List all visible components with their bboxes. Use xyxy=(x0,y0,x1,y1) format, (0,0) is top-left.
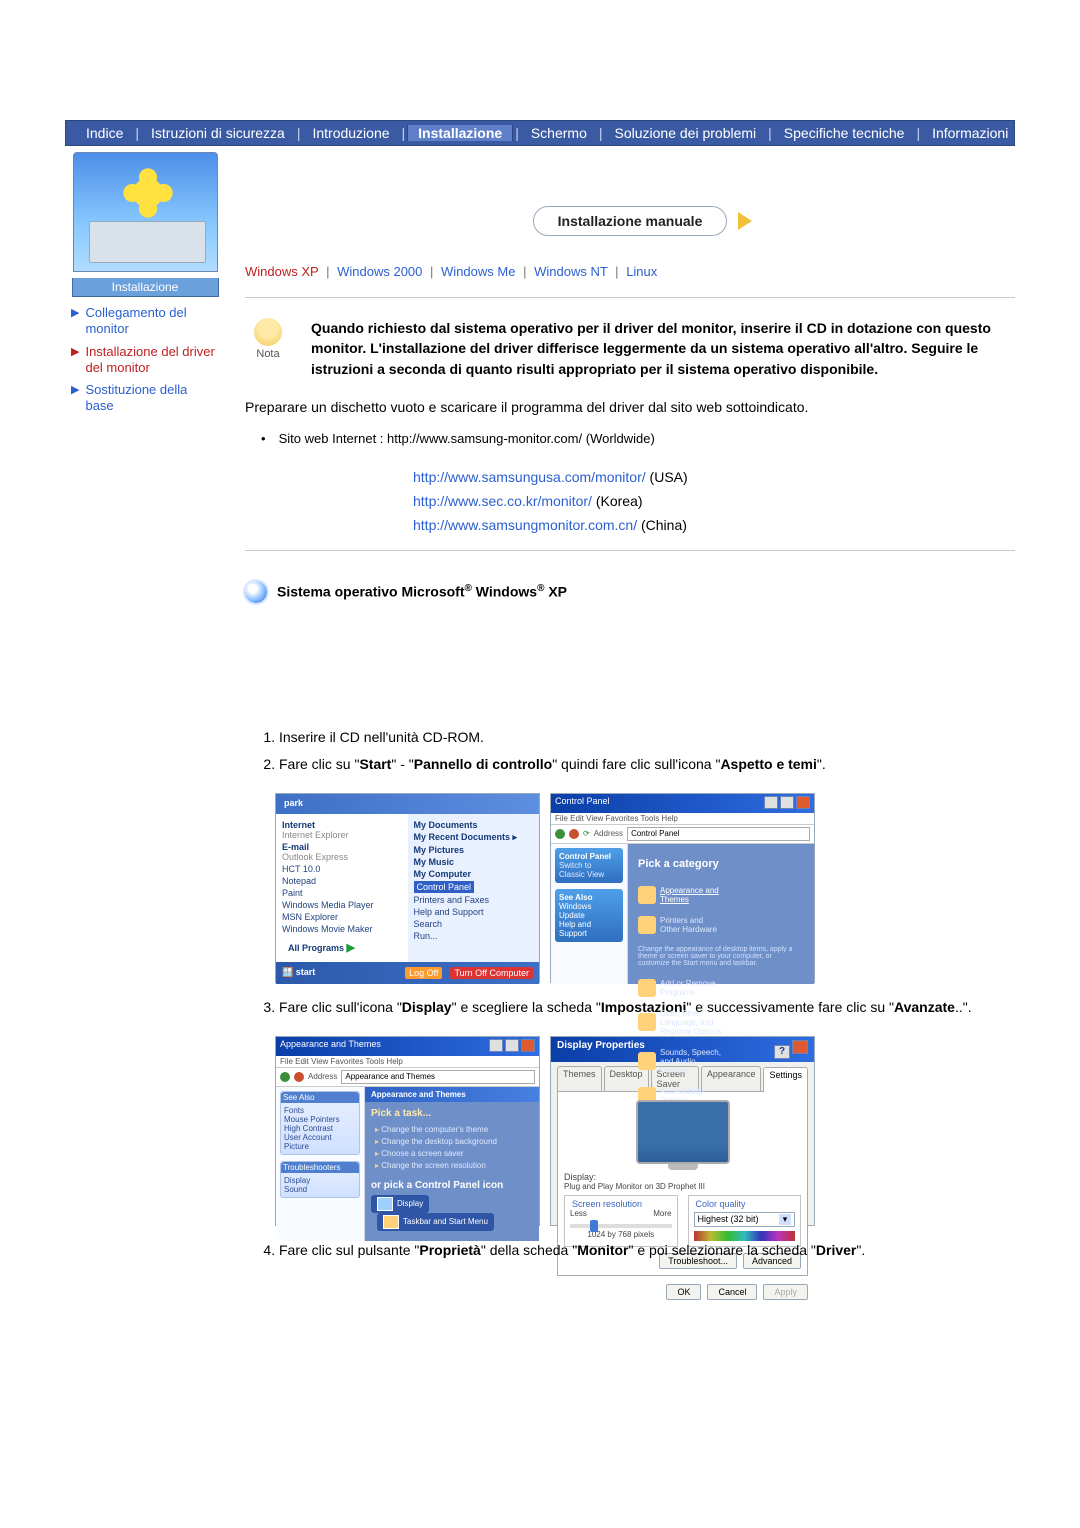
flower-icon xyxy=(122,167,174,219)
menu-bar[interactable]: File Edit View Favorites Tools Help xyxy=(551,813,814,825)
web-region-1: (USA) xyxy=(650,469,688,485)
window-buttons[interactable] xyxy=(487,1039,535,1054)
nav-informazioni[interactable]: Informazioni xyxy=(922,125,1018,141)
startmenu-turnoff[interactable]: Turn Off Computer xyxy=(450,967,533,979)
cp-taskbar-icon[interactable]: Taskbar and Start Menu xyxy=(377,1213,494,1231)
web-links-extra: http://www.samsungusa.com/monitor/ (USA)… xyxy=(245,466,1015,537)
display-value: Plug and Play Monitor on 3D Prophet III xyxy=(564,1182,801,1191)
note-block: Nota Quando richiesto dal sistema operat… xyxy=(245,318,1015,379)
nav-introduzione[interactable]: Introduzione xyxy=(302,125,399,141)
sidebar-item-collegamento[interactable]: ▶ Collegamento del monitor xyxy=(71,305,219,338)
monitor-preview-icon xyxy=(636,1100,730,1164)
step-1: Inserire il CD nell'unità CD-ROM. xyxy=(279,727,1015,748)
window-buttons[interactable] xyxy=(762,796,810,811)
sidebar-item-driver[interactable]: ▶ Installazione del driver del monitor xyxy=(71,344,219,377)
sidebar-item-label: Sostituzione della base xyxy=(85,382,219,415)
cat-appearance[interactable]: Appearance and Themes xyxy=(638,886,725,904)
xp-heading-text: Windows xyxy=(476,584,537,600)
color-quality-group: Color quality Highest (32 bit)▾ xyxy=(688,1195,802,1247)
instruction-steps-4: Fare clic sul pulsante "Proprietà" della… xyxy=(245,1240,1015,1261)
web-link-3[interactable]: http://www.samsungmonitor.com.cn/ xyxy=(413,517,637,533)
sphere-icon xyxy=(245,581,267,603)
ok-button[interactable]: OK xyxy=(666,1284,701,1300)
nav-schermo[interactable]: Schermo xyxy=(521,125,597,141)
sidebar-item-label: Collegamento del monitor xyxy=(85,305,219,338)
arrow-icon: ▶ xyxy=(71,307,79,321)
resolution-slider[interactable] xyxy=(570,1224,672,1228)
figure-appearance-themes: Appearance and Themes File Edit View Fav… xyxy=(275,1036,540,1226)
figure-controlpanel: Control Panel File Edit View Favorites T… xyxy=(550,793,815,983)
os-link-nt[interactable]: Windows NT xyxy=(534,264,607,279)
tab-settings[interactable]: Settings xyxy=(763,1067,808,1092)
arrow-icon: ▶ xyxy=(71,346,79,360)
xp-heading-text: XP xyxy=(548,584,567,600)
os-link-current: Windows XP xyxy=(245,264,318,279)
menu-bar[interactable]: File Edit View Favorites Tools Help xyxy=(276,1056,539,1068)
pick-category: Pick a category xyxy=(638,858,808,870)
tab-themes[interactable]: Themes xyxy=(557,1066,602,1091)
os-links: Windows XP | Windows 2000 | Windows Me |… xyxy=(245,264,1015,279)
window-title: Display Properties xyxy=(557,1040,645,1059)
note-label: Nota xyxy=(245,348,291,360)
web-link-2[interactable]: http://www.sec.co.kr/monitor/ xyxy=(413,493,592,509)
cp-display-icon[interactable]: Display xyxy=(371,1195,429,1213)
instruction-steps-3: Fare clic sull'icona "Display" e sceglie… xyxy=(245,997,1015,1018)
web-region-2: (Korea) xyxy=(596,493,643,509)
xp-heading: Sistema operativo Microsoft® Windows® XP xyxy=(245,581,1015,603)
monitor-icon xyxy=(89,221,206,263)
address-field[interactable]: Control Panel xyxy=(627,827,810,841)
os-link-2000[interactable]: Windows 2000 xyxy=(337,264,422,279)
nav-indice[interactable]: Indice xyxy=(76,125,133,141)
xp-heading-text: Sistema operativo Microsoft xyxy=(277,584,465,600)
nav-specifiche[interactable]: Specifiche tecniche xyxy=(774,125,915,141)
note-icon: Nota xyxy=(245,318,291,360)
figure-startmenu: park InternetInternet Explorer E-mailOut… xyxy=(275,793,540,983)
web-label: Sito web Internet : xyxy=(279,431,384,446)
nav-installazione[interactable]: Installazione xyxy=(407,125,513,141)
web-label-row: Sito web Internet : http://www.samsung-m… xyxy=(275,431,1015,446)
startmenu-logoff[interactable]: Log Off xyxy=(405,967,442,979)
sidebar-item-base[interactable]: ▶ Sostituzione della base xyxy=(71,382,219,415)
top-nav: Indice | Istruzioni di sicurezza | Intro… xyxy=(65,120,1015,146)
web-region-3: (China) xyxy=(641,517,687,533)
instruction-steps: Inserire il CD nell'unità CD-ROM. Fare c… xyxy=(245,727,1015,775)
startmenu-user: park xyxy=(276,794,539,814)
startmenu-left: InternetInternet Explorer E-mailOutlook … xyxy=(276,814,408,962)
apply-button[interactable]: Apply xyxy=(763,1284,808,1300)
web-link-1[interactable]: http://www.samsungusa.com/monitor/ xyxy=(413,469,646,485)
window-title: Control Panel xyxy=(555,796,610,811)
sidebar-thumbnail xyxy=(73,152,218,272)
prepare-text: Preparare un dischetto vuoto e scaricare… xyxy=(245,397,1015,417)
os-link-linux[interactable]: Linux xyxy=(626,264,657,279)
nav-soluzione[interactable]: Soluzione dei problemi xyxy=(605,125,767,141)
web-region-0: (Worldwide) xyxy=(586,431,655,446)
sidebar: Installazione ▶ Collegamento del monitor… xyxy=(65,146,225,1279)
display-label: Display: xyxy=(564,1172,801,1182)
color-quality-combo[interactable]: Highest (32 bit)▾ xyxy=(694,1212,796,1227)
sidebar-item-label: Installazione del driver del monitor xyxy=(85,344,219,377)
divider xyxy=(245,550,1015,551)
step-2: Fare clic su "Start" - "Pannello di cont… xyxy=(279,754,1015,775)
sidebar-caption: Installazione xyxy=(72,278,219,297)
arrow-icon: ▶ xyxy=(71,384,79,398)
nav-sicurezza[interactable]: Istruzioni di sicurezza xyxy=(141,125,295,141)
divider xyxy=(245,297,1015,298)
screen-resolution-group: Screen resolution LessMore 1024 by 768 p… xyxy=(564,1195,678,1247)
os-link-me[interactable]: Windows Me xyxy=(441,264,515,279)
note-text: Quando richiesto dal sistema operativo p… xyxy=(311,318,1015,379)
content-area: Installazione manuale Windows XP | Windo… xyxy=(245,146,1015,1279)
window-title: Appearance and Themes xyxy=(280,1039,381,1054)
web-link-0[interactable]: http://www.samsung-monitor.com/ xyxy=(387,431,582,446)
startmenu-right: My Documents My Recent Documents ▸ My Pi… xyxy=(408,814,540,962)
manual-install-button[interactable]: Installazione manuale xyxy=(533,206,728,236)
step-4: Fare clic sul pulsante "Proprietà" della… xyxy=(279,1240,1015,1261)
cancel-button[interactable]: Cancel xyxy=(707,1284,757,1300)
figure-row-1: park InternetInternet Explorer E-mailOut… xyxy=(275,793,1015,983)
startmenu-control-panel[interactable]: Control Panel xyxy=(414,881,475,893)
